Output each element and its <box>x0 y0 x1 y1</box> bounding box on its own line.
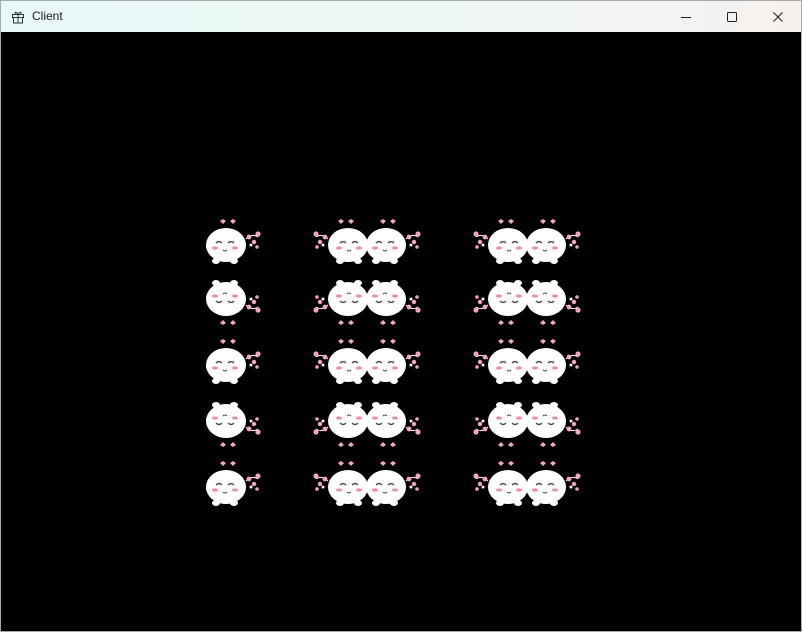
bunny-sprite <box>202 275 262 327</box>
bunny-sprite <box>362 397 422 449</box>
game-canvas[interactable] <box>1 32 801 631</box>
window-controls <box>663 1 801 32</box>
close-button[interactable] <box>755 1 801 32</box>
client-window: Client <box>0 0 802 632</box>
minimize-icon <box>681 16 691 18</box>
bunny-sprite <box>202 397 262 449</box>
window-title: Client <box>32 9 63 23</box>
minimize-button[interactable] <box>663 1 709 32</box>
gift-icon <box>10 9 26 25</box>
bunny-sprite <box>522 397 582 449</box>
close-icon <box>773 11 783 22</box>
bunny-sprite <box>362 459 422 511</box>
bunny-sprite <box>522 217 582 269</box>
bunny-sprite <box>202 459 262 511</box>
maximize-button[interactable] <box>709 1 755 32</box>
bunny-sprite <box>362 217 422 269</box>
bunny-sprite <box>522 337 582 389</box>
bunny-sprite <box>202 337 262 389</box>
bunny-sprite <box>522 275 582 327</box>
maximize-icon <box>727 11 737 22</box>
bunny-sprite <box>362 337 422 389</box>
bunny-sprite <box>202 217 262 269</box>
title-bar[interactable]: Client <box>1 1 801 32</box>
bunny-sprite <box>522 459 582 511</box>
bunny-sprite <box>362 275 422 327</box>
